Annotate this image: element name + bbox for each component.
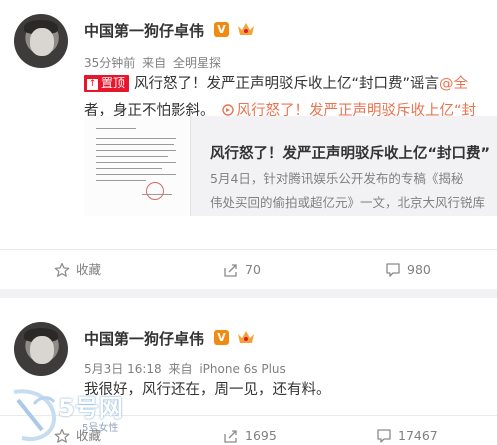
article-preview-card[interactable]: 风行怒了！发严正声明驳斥收上亿“封口费” 5月4日，针对腾讯娱乐公开发布的专稿《… (84, 116, 497, 216)
forward-icon (224, 264, 237, 277)
star-icon (54, 428, 70, 443)
article-description-line: 伟处买回的偷拍或超亿元》一文，北京大风行锐库 (210, 195, 486, 210)
username[interactable]: 中国第一狗仔卓伟 (84, 328, 204, 349)
article-title: 风行怒了！发严正声明驳斥收上亿“封口费” (210, 146, 491, 162)
post-source[interactable]: iPhone 6s Plus (199, 362, 285, 376)
forward-count: 70 (245, 262, 261, 277)
verified-badge-icon: V (214, 22, 229, 37)
article-thumbnail (84, 116, 191, 216)
forward-count: 1695 (245, 428, 277, 443)
forward-icon (224, 430, 237, 443)
link-icon (221, 104, 234, 116)
post-time[interactable]: 35分钟前 (84, 56, 135, 70)
post-time[interactable]: 5月3日 16:18 (84, 362, 162, 376)
favorite-label: 收藏 (76, 262, 102, 277)
post-meta: 35分钟前 来自 全明星探 (84, 54, 224, 71)
avatar[interactable] (14, 322, 68, 376)
comment-count: 980 (407, 262, 431, 277)
post-card: 中国第一狗仔卓伟 V 5月3日 16:18 来自 iPhone 6s Plus … (0, 298, 497, 445)
forward-button[interactable]: 1695 (223, 416, 277, 445)
verified-badge-icon: V (214, 330, 229, 345)
source-prefix: 来自 (142, 56, 167, 70)
star-icon (54, 262, 70, 277)
comment-count: 17467 (398, 428, 438, 443)
article-description: 5月4日，针对腾讯娱乐公开发布的专稿《揭秘 伟处买回的偷拍或超亿元》一文，北京大… (210, 167, 497, 215)
pinned-label: 置顶 (101, 76, 126, 90)
favorite-button[interactable]: 收藏 (54, 250, 101, 289)
comment-icon (377, 429, 391, 443)
source-prefix: 来自 (168, 362, 193, 376)
pin-icon: ↑ (87, 79, 98, 90)
username[interactable]: 中国第一狗仔卓伟 (84, 20, 204, 41)
post-card: 中国第一狗仔卓伟 V 35分钟前 来自 全明星探 ↑ 置顶 风行怒了！发严正声明驳斥… (0, 0, 497, 289)
member-crown-icon[interactable] (236, 329, 256, 345)
comment-icon (386, 263, 400, 277)
favorite-button[interactable]: 收藏 (54, 416, 101, 445)
comment-button[interactable]: 980 (385, 250, 431, 289)
post-text-line: 风行怒了！发严正声明驳斥收上亿“封口费”谣言 (134, 76, 440, 92)
action-bar: 收藏 70 980 (0, 249, 497, 289)
article-description-line: 5月4日，针对腾讯娱乐公开发布的专稿《揭秘 (210, 171, 464, 186)
post-text: 我很好，风行还在，周一见，还有料。 (84, 382, 331, 398)
post-source[interactable]: 全明星探 (173, 56, 221, 70)
pinned-badge: ↑ 置顶 (84, 75, 130, 92)
avatar[interactable] (14, 14, 68, 68)
mention-link[interactable]: @全 (439, 76, 468, 92)
member-crown-icon[interactable] (236, 21, 256, 37)
action-bar: 收藏 1695 17467 (0, 415, 497, 445)
favorite-label: 收藏 (76, 428, 102, 443)
forward-button[interactable]: 70 (223, 250, 261, 289)
comment-button[interactable]: 17467 (376, 416, 438, 445)
post-meta: 5月3日 16:18 来自 iPhone 6s Plus (84, 360, 289, 377)
